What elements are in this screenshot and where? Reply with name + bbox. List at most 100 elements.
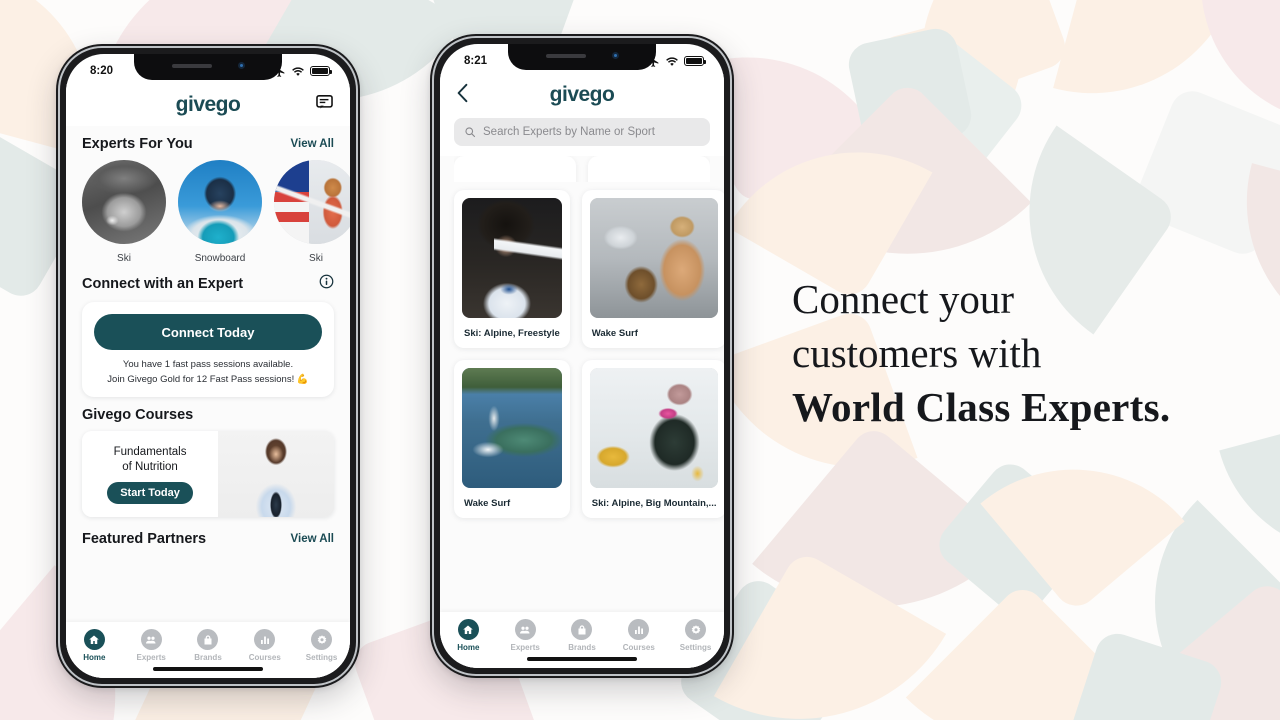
expert-label: Snowboard: [194, 253, 246, 264]
tab-settings[interactable]: Settings: [297, 629, 347, 662]
fastpass-line1: You have 1 fast pass sessions available.: [122, 359, 294, 370]
tab-label: Brands: [568, 643, 596, 652]
search-input[interactable]: Search Experts by Name or Sport: [454, 118, 710, 146]
connect-section-header: Connect with an Expert: [66, 264, 350, 302]
expert-card[interactable]: Wake Surf: [454, 360, 570, 518]
wifi-icon: [666, 56, 678, 66]
expert-photo-man-with-dog: [589, 198, 719, 318]
headline-line-1: Connect your: [792, 276, 1015, 322]
expert-avatar-ski-olympic[interactable]: [274, 160, 350, 244]
course-instructor-photo: [218, 431, 334, 518]
clipped-card[interactable]: [454, 156, 576, 182]
home-icon: [457, 619, 479, 640]
tab-home[interactable]: Home: [443, 619, 493, 652]
status-time: 8:20: [90, 65, 114, 77]
courses-section-title: Givego Courses: [82, 407, 194, 424]
partners-section-header: Featured Partners View All: [66, 517, 350, 555]
bag-icon: [197, 629, 219, 650]
bag-icon: [571, 619, 593, 640]
tab-courses[interactable]: Courses: [614, 619, 664, 652]
headline-line-3: World Class Experts.: [792, 384, 1171, 431]
info-circle-icon[interactable]: [319, 274, 334, 294]
gear-icon: [685, 619, 707, 640]
courses-section-header: Givego Courses: [66, 397, 350, 431]
tab-label: Settings: [679, 643, 712, 652]
partners-view-all-link[interactable]: View All: [291, 533, 334, 545]
gear-icon: [311, 629, 333, 650]
tab-experts[interactable]: Experts: [126, 629, 176, 662]
search-bar-wrapper: Search Experts by Name or Sport: [440, 116, 724, 156]
expert-card-caption: Ski: Alpine, Freestyle: [464, 328, 560, 339]
home-indicator: [527, 657, 637, 661]
expert-photo-skier-female: [462, 198, 562, 318]
battery-icon: [684, 56, 706, 66]
connect-card: Connect Today You have 1 fast pass sessi…: [82, 302, 334, 398]
tab-label: Home: [83, 653, 106, 662]
tab-home[interactable]: Home: [69, 629, 119, 662]
course-title-line2: of Nutrition: [122, 461, 178, 474]
home-icon: [83, 629, 105, 650]
expert-card[interactable]: Ski: Alpine, Freestyle: [454, 190, 570, 348]
start-today-button[interactable]: Start Today: [107, 481, 193, 504]
phone-mockup-experts: 8:21 givego Search Experts by Name or Sp…: [430, 34, 734, 678]
course-card-left: Fundamentals of Nutrition Start Today: [82, 431, 219, 518]
expert-card[interactable]: Wake Surf: [581, 190, 724, 348]
phone2-content: Ski: Alpine, Freestyle Wake Surf Wake Su…: [440, 156, 724, 668]
course-title-line1: Fundamentals: [113, 445, 187, 458]
expert-item[interactable]: Snowboard: [178, 160, 262, 264]
tab-label: Experts: [510, 643, 540, 652]
earpiece-speaker: [171, 63, 212, 68]
expert-avatar-ski-bw[interactable]: [82, 160, 166, 244]
fastpass-note: You have 1 fast pass sessions available.…: [94, 358, 322, 387]
expert-card[interactable]: Ski: Alpine, Big Mountain,...: [581, 360, 724, 518]
expert-label: Ski: [309, 253, 323, 264]
expert-photo-wakesurfer: [462, 368, 562, 488]
experts-carousel[interactable]: Ski Snowboard Ski: [66, 160, 350, 264]
app-logo: givego: [175, 93, 241, 116]
chevron-left-icon[interactable]: [456, 83, 469, 107]
experts-section-header: Experts For You View All: [66, 126, 350, 160]
front-camera: [611, 52, 619, 59]
connect-today-button[interactable]: Connect Today: [94, 314, 322, 350]
phone1-notch: [134, 54, 282, 80]
tab-experts[interactable]: Experts: [500, 619, 550, 652]
chart-icon: [628, 619, 650, 640]
expert-item[interactable]: Ski: [82, 160, 166, 264]
clipped-card[interactable]: [588, 156, 710, 182]
tab-label: Courses: [622, 643, 655, 652]
battery-icon: [310, 66, 332, 76]
tab-brands[interactable]: Brands: [183, 629, 233, 662]
tab-label: Experts: [136, 653, 166, 662]
chart-icon: [254, 629, 276, 650]
experts-view-all-link[interactable]: View All: [291, 138, 334, 150]
headline-line-2: customers with: [792, 330, 1042, 377]
expert-card-caption: Wake Surf: [464, 498, 511, 509]
tab-label: Settings: [305, 653, 338, 662]
search-icon: [465, 127, 476, 138]
tab-brands[interactable]: Brands: [557, 619, 607, 652]
search-placeholder: Search Experts by Name or Sport: [483, 126, 655, 138]
earpiece-speaker: [545, 53, 586, 58]
partners-section-title: Featured Partners: [82, 531, 207, 548]
tab-courses[interactable]: Courses: [240, 629, 290, 662]
status-time: 8:21: [464, 55, 488, 67]
phone-mockup-home: 8:20 givego Experts For You View All Ski…: [56, 44, 360, 688]
phone1-screen: 8:20 givego Experts For You View All Ski…: [66, 54, 350, 678]
tab-settings[interactable]: Settings: [671, 619, 721, 652]
expert-avatar-snowboard[interactable]: [178, 160, 262, 244]
expert-label: Ski: [117, 253, 131, 264]
marketing-headline: Connect your customers with World Class …: [792, 272, 1222, 434]
chat-bubble-icon[interactable]: [315, 93, 334, 117]
expert-item[interactable]: Ski: [274, 160, 350, 264]
course-card[interactable]: Fundamentals of Nutrition Start Today: [82, 431, 334, 518]
people-icon: [514, 619, 536, 640]
fastpass-line2: Join Givego Gold for 12 Fast Pass sessio…: [107, 373, 309, 385]
expert-card-caption: Wake Surf: [591, 328, 638, 339]
tab-label: Brands: [194, 653, 222, 662]
phone2-notch: [508, 44, 656, 70]
expert-photo-skier-goggles: [589, 368, 719, 488]
phone1-app-header: givego: [66, 84, 350, 126]
wifi-icon: [292, 66, 304, 76]
tab-label: Home: [457, 643, 480, 652]
app-logo: givego: [549, 83, 615, 106]
